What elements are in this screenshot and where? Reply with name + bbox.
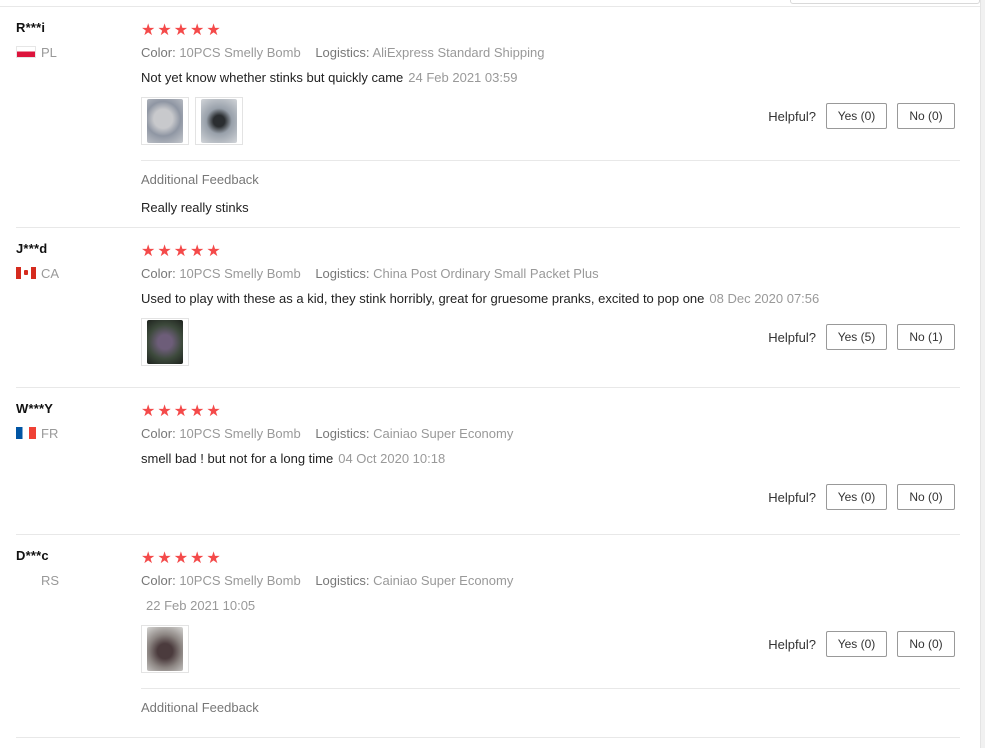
review-text: smell bad ! but not for a long time 04 Oc… [141,451,446,466]
review-date: 04 Oct 2020 10:18 [338,451,446,466]
additional-feedback-heading: Additional Feedback [141,172,259,187]
star-rating: ★★★★★ [141,401,223,420]
color-value: 10PCS Smelly Bomb [179,426,301,441]
logistics-value: AliExpress Standard Shipping [372,45,545,60]
scrollbar[interactable] [980,0,985,748]
color-value: 10PCS Smelly Bomb [179,573,301,588]
color-value: 10PCS Smelly Bomb [179,266,301,281]
additional-feedback-text: Really really stinks [141,200,249,215]
helpful-vote: Helpful? Yes (0) No (0) [768,103,955,129]
logistics-value: Cainiao Super Economy [373,573,514,588]
helpful-no-button[interactable]: No (0) [897,484,955,510]
review-date: 22 Feb 2021 10:05 [146,598,256,613]
divider [141,160,960,161]
logistics-value: Cainiao Super Economy [373,426,514,441]
reviewer-country: PL [16,44,57,60]
helpful-yes-button[interactable]: Yes (0) [826,103,887,129]
helpful-no-button[interactable]: No (1) [897,324,955,350]
helpful-yes-button[interactable]: Yes (0) [826,484,887,510]
reviewer-name: R***i [16,20,46,35]
sort-dropdown[interactable] [790,0,980,4]
star-rating: ★★★★★ [141,548,223,567]
helpful-yes-button[interactable]: Yes (5) [826,324,887,350]
additional-feedback-heading: Additional Feedback [141,700,259,715]
review-meta: Color: 10PCS Smelly Bomb Logistics: AliE… [141,45,545,60]
reviewer-country: CA [16,265,59,281]
reviewer-name: W***Y [16,401,54,416]
flag-france-icon [16,427,36,439]
helpful-vote: Helpful? Yes (5) No (1) [768,324,955,350]
helpful-yes-button[interactable]: Yes (0) [826,631,887,657]
review-photo-thumbnail[interactable] [195,97,243,145]
review-meta: Color: 10PCS Smelly Bomb Logistics: Cain… [141,573,514,588]
review-meta: Color: 10PCS Smelly Bomb Logistics: Cain… [141,426,514,441]
review-meta: Color: 10PCS Smelly Bomb Logistics: Chin… [141,266,599,281]
reviewer-country: FR [16,425,58,441]
helpful-vote: Helpful? Yes (0) No (0) [768,631,955,657]
reviewer-name: J***d [16,241,48,256]
flag-poland-icon [16,46,36,58]
divider [141,688,960,689]
helpful-vote: Helpful? Yes (0) No (0) [768,484,955,510]
review-text: 22 Feb 2021 10:05 [141,598,255,613]
review-photo-thumbnail[interactable] [141,318,189,366]
review-photos [141,318,189,366]
review-date: 24 Feb 2021 03:59 [408,70,518,85]
review-text: Not yet know whether stinks but quickly … [141,70,518,85]
logistics-value: China Post Ordinary Small Packet Plus [373,266,599,281]
flag-canada-icon [16,267,36,279]
review-divider [16,534,960,535]
color-value: 10PCS Smelly Bomb [179,45,301,60]
reviewer-country: RS [41,572,60,588]
helpful-no-button[interactable]: No (0) [897,103,955,129]
review-photos [141,97,243,145]
star-rating: ★★★★★ [141,241,223,260]
review-divider [16,227,960,228]
reviewer-name: D***c [16,548,49,563]
review-divider [16,737,960,738]
review-photo-thumbnail[interactable] [141,625,189,673]
review-divider [16,387,960,388]
review-text: Used to play with these as a kid, they s… [141,291,820,306]
review-photo-thumbnail[interactable] [141,97,189,145]
review-date: 08 Dec 2020 07:56 [709,291,820,306]
helpful-no-button[interactable]: No (0) [897,631,955,657]
review-photos [141,625,189,673]
star-rating: ★★★★★ [141,20,223,39]
